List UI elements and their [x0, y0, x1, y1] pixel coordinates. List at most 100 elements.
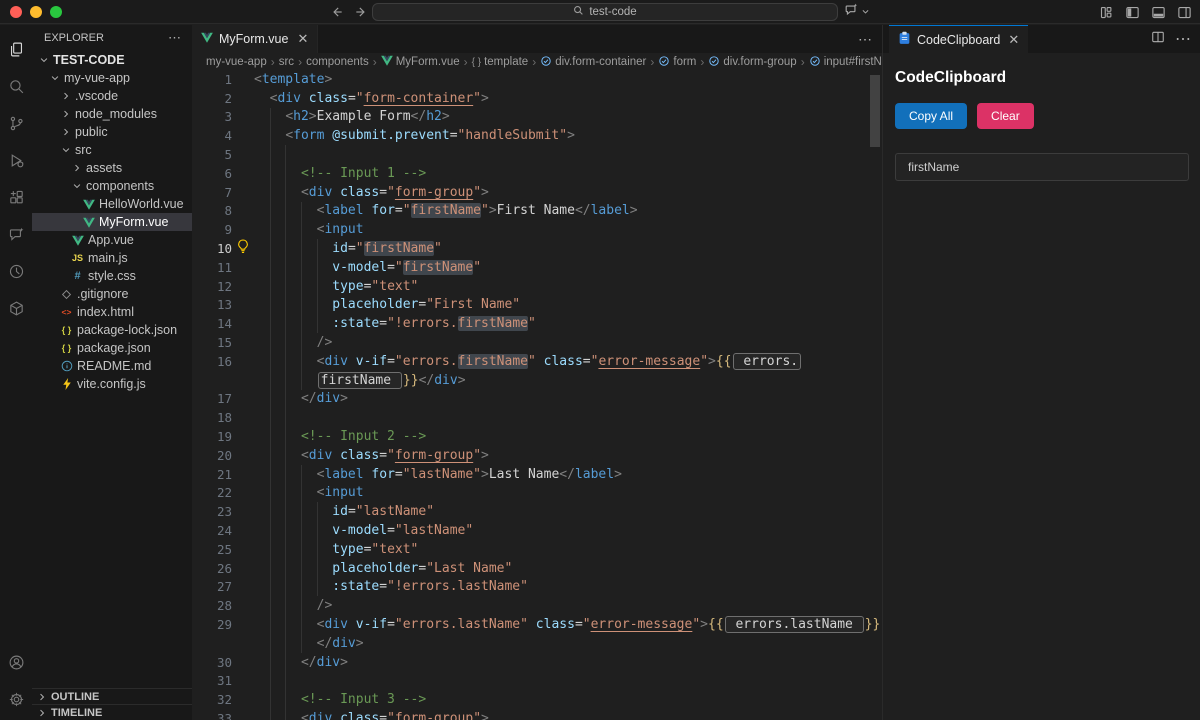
- code-line-12[interactable]: 12 type="text": [192, 277, 882, 296]
- sidebar-section-timeline[interactable]: TIMELINE: [32, 704, 192, 720]
- close-panel-tab-icon[interactable]: ✕: [1008, 32, 1019, 48]
- code-line-4[interactable]: 4 <form @submit.prevent="handleSubmit">: [192, 126, 882, 145]
- activity-bar-item-explorer[interactable]: [0, 33, 32, 70]
- code-line-21[interactable]: 21 <label for="lastName">Last Name</labe…: [192, 465, 882, 484]
- breadcrumb-item-components[interactable]: components: [306, 56, 369, 68]
- sidebar-section-outline[interactable]: OUTLINE: [32, 688, 192, 704]
- clipboard-item[interactable]: firstName: [895, 153, 1189, 181]
- code-line-wrap[interactable]: </div>: [192, 634, 882, 653]
- activity-bar-item-cube[interactable]: [0, 292, 32, 329]
- breadcrumb-item-myform-vue[interactable]: MyForm.vue: [381, 55, 460, 69]
- breadcrumb-item-src[interactable]: src: [279, 56, 294, 68]
- code-line-13[interactable]: 13 placeholder="First Name": [192, 296, 882, 315]
- code-line-18[interactable]: 18: [192, 408, 882, 427]
- code-line-24[interactable]: 24 v-model="lastName": [192, 521, 882, 540]
- code-line-30[interactable]: 30 </div>: [192, 653, 882, 672]
- code-line-16[interactable]: 16 <div v-if="errors.firstName" class="e…: [192, 352, 882, 371]
- code-line-2[interactable]: 2 <div class="form-container">: [192, 89, 882, 108]
- breadcrumb-item-div-form-container[interactable]: div.form-container: [540, 55, 646, 70]
- tree-file-app-vue[interactable]: App.vue: [32, 231, 192, 249]
- clear-button[interactable]: Clear: [977, 103, 1034, 129]
- tree-folder-src[interactable]: src: [32, 141, 192, 159]
- tree-file-main-js[interactable]: JSmain.js: [32, 249, 192, 267]
- forward-button[interactable]: [354, 5, 368, 19]
- tree-file-helloworld-vue[interactable]: HelloWorld.vue: [32, 195, 192, 213]
- code-line-22[interactable]: 22 <input: [192, 484, 882, 503]
- code-line-14[interactable]: 14 :state="!errors.firstName": [192, 314, 882, 333]
- tree-folder-node-modules[interactable]: node_modules: [32, 105, 192, 123]
- lightbulb-icon[interactable]: [237, 239, 249, 258]
- panel-more-actions-icon[interactable]: ⋯: [1175, 29, 1191, 49]
- activity-bar-item-run-debug[interactable]: [0, 144, 32, 181]
- tree-folder-test-code[interactable]: TEST-CODE: [32, 51, 192, 69]
- breadcrumb-item-template[interactable]: { }template: [472, 56, 529, 68]
- minimize-window-button[interactable]: [30, 6, 42, 18]
- breadcrumb-item-input-firstnan[interactable]: input#firstNan: [809, 55, 882, 70]
- chat-dropdown-button[interactable]: [844, 2, 870, 22]
- command-center-search[interactable]: test-code: [372, 3, 838, 21]
- split-editor-icon[interactable]: [1151, 30, 1165, 49]
- tree-file-style-css[interactable]: #style.css: [32, 267, 192, 285]
- code-line-1[interactable]: 1<template>: [192, 70, 882, 89]
- code-line-31[interactable]: 31: [192, 672, 882, 691]
- code-line-33[interactable]: 33 <div class="form-group">: [192, 709, 882, 720]
- copy-all-button[interactable]: Copy All: [895, 103, 967, 129]
- tree-file-index-html[interactable]: <>index.html: [32, 303, 192, 321]
- code-line-20[interactable]: 20 <div class="form-group">: [192, 446, 882, 465]
- code-line-32[interactable]: 32 <!-- Input 3 -->: [192, 690, 882, 709]
- tree-folder-assets[interactable]: assets: [32, 159, 192, 177]
- close-tab-icon[interactable]: ✕: [297, 31, 308, 47]
- activity-bar-item-chat[interactable]: [0, 218, 32, 255]
- breadcrumb-item-div-form-group[interactable]: div.form-group: [708, 55, 796, 70]
- tree-file-vite-config-js[interactable]: vite.config.js: [32, 375, 192, 393]
- activity-bar-item-search[interactable]: [0, 70, 32, 107]
- tree-file-package-lock-json[interactable]: { }package-lock.json: [32, 321, 192, 339]
- tree-file--gitignore[interactable]: .gitignore: [32, 285, 192, 303]
- code-line-wrap[interactable]: firstName }}</div>: [192, 371, 882, 390]
- editor-more-actions-icon[interactable]: ⋯: [858, 31, 872, 48]
- editor-scrollbar[interactable]: [870, 75, 880, 147]
- tree-folder-components[interactable]: components: [32, 177, 192, 195]
- activity-bar-item-extensions[interactable]: [0, 181, 32, 218]
- activity-bar-item-source-control[interactable]: [0, 107, 32, 144]
- tree-file-readme-md[interactable]: README.md: [32, 357, 192, 375]
- code-line-9[interactable]: 9 <input: [192, 220, 882, 239]
- tree-folder-my-vue-app[interactable]: my-vue-app: [32, 69, 192, 87]
- activity-bar-item-account[interactable]: [0, 646, 32, 683]
- back-button[interactable]: [330, 5, 344, 19]
- code-line-11[interactable]: 11 v-model="firstName": [192, 258, 882, 277]
- code-line-6[interactable]: 6 <!-- Input 1 -->: [192, 164, 882, 183]
- zoom-window-button[interactable]: [50, 6, 62, 18]
- code-line-23[interactable]: 23 id="lastName": [192, 502, 882, 521]
- code-line-3[interactable]: 3 <h2>Example Form</h2>: [192, 108, 882, 127]
- tree-folder--vscode[interactable]: .vscode: [32, 87, 192, 105]
- activity-bar-item-clock[interactable]: [0, 255, 32, 292]
- code-line-19[interactable]: 19 <!-- Input 2 -->: [192, 427, 882, 446]
- activity-bar-item-settings[interactable]: [0, 683, 32, 720]
- code-line-27[interactable]: 27 :state="!errors.lastName": [192, 578, 882, 597]
- code-line-15[interactable]: 15 />: [192, 333, 882, 352]
- tree-folder-public[interactable]: public: [32, 123, 192, 141]
- tab-myform-vue[interactable]: MyForm.vue ✕: [192, 25, 318, 53]
- toggle-primary-sidebar-icon[interactable]: [1125, 5, 1140, 20]
- tree-file-myform-vue[interactable]: MyForm.vue: [32, 213, 192, 231]
- code-line-28[interactable]: 28 />: [192, 596, 882, 615]
- code-line-5[interactable]: 5: [192, 145, 882, 164]
- code-line-7[interactable]: 7 <div class="form-group">: [192, 183, 882, 202]
- code-line-25[interactable]: 25 type="text": [192, 540, 882, 559]
- code-line-29[interactable]: 29 <div v-if="errors.lastName" class="er…: [192, 615, 882, 634]
- code-line-10[interactable]: 10 id="firstName": [192, 239, 882, 258]
- tab-codeclipboard[interactable]: CodeClipboard ✕: [889, 25, 1028, 53]
- breadcrumb-item-my-vue-app[interactable]: my-vue-app: [206, 56, 267, 68]
- code-line-17[interactable]: 17 </div>: [192, 390, 882, 409]
- code-line-8[interactable]: 8 <label for="firstName">First Name</lab…: [192, 202, 882, 221]
- toggle-panel-icon[interactable]: [1151, 5, 1166, 20]
- toggle-secondary-sidebar-icon[interactable]: [1177, 5, 1192, 20]
- breadcrumb-item-form[interactable]: form: [658, 55, 696, 70]
- explorer-more-actions-icon[interactable]: ⋯: [168, 30, 182, 46]
- close-window-button[interactable]: [10, 6, 22, 18]
- code-editor[interactable]: 1<template>2 <div class="form-container"…: [192, 70, 882, 720]
- customize-layout-icon[interactable]: [1099, 5, 1114, 20]
- tree-file-package-json[interactable]: { }package.json: [32, 339, 192, 357]
- code-line-26[interactable]: 26 placeholder="Last Name": [192, 559, 882, 578]
